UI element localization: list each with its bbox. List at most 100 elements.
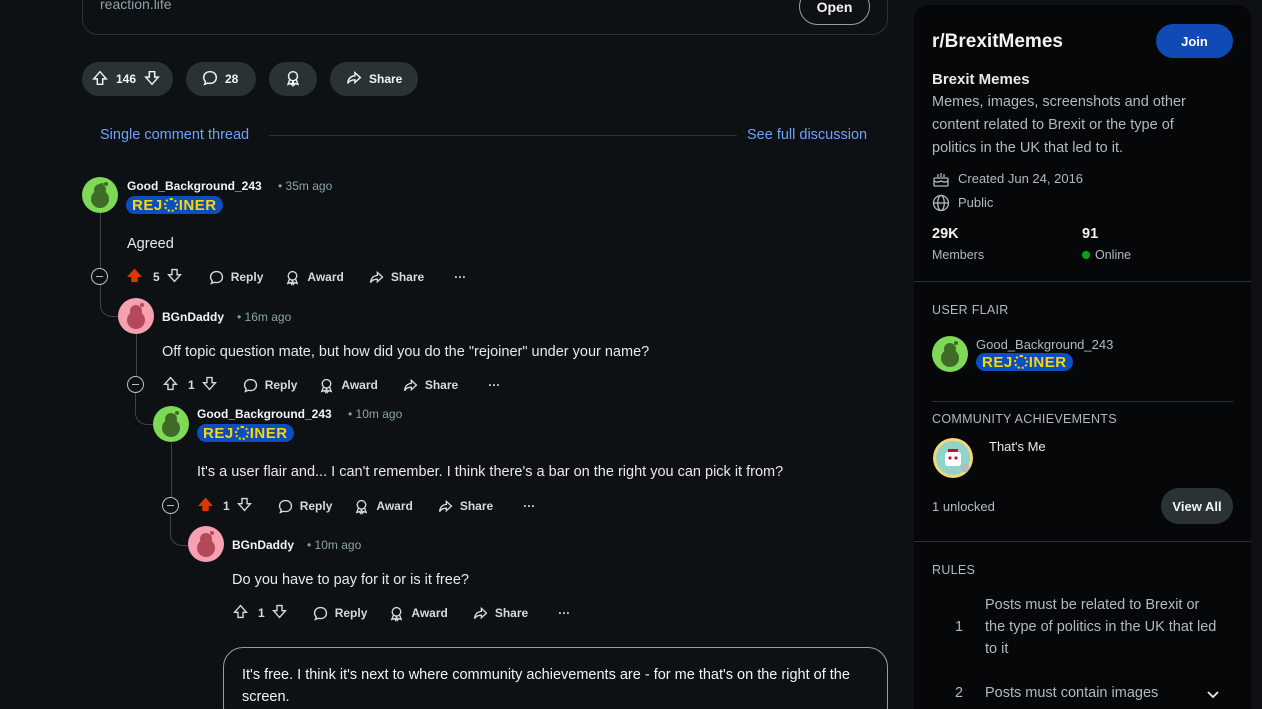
- user-flair: REJ INER: [197, 424, 294, 442]
- reply-textarea[interactable]: It's free. I think it's next to where co…: [223, 647, 888, 709]
- vote-count: 1: [188, 378, 195, 392]
- single-thread-label: Single comment thread: [100, 127, 250, 143]
- community-name[interactable]: r/BrexitMemes: [932, 31, 1063, 53]
- link-domain: reaction.life: [100, 0, 172, 12]
- achievements-heading: COMMUNITY ACHIEVEMENTS: [932, 412, 1117, 426]
- comment-time: • 10m ago: [348, 407, 403, 421]
- comments-button[interactable]: 28: [186, 62, 256, 96]
- vote-count: 1: [258, 606, 265, 620]
- award-button[interactable]: [269, 62, 317, 96]
- rule-number: 2: [955, 685, 964, 701]
- flair-avatar: [932, 336, 968, 372]
- comment-icon: [201, 69, 219, 90]
- downvote-icon[interactable]: [143, 69, 161, 90]
- comment-actions: 5 Reply Award Share ···: [126, 267, 466, 287]
- award-button[interactable]: Award: [318, 377, 378, 394]
- upvote-icon[interactable]: [232, 603, 249, 623]
- more-options-button[interactable]: ···: [454, 270, 466, 284]
- upvote-icon[interactable]: [126, 267, 143, 287]
- comment-text: Off topic question mate, but how did you…: [162, 344, 650, 360]
- online-count: 91: [1082, 226, 1099, 242]
- share-button[interactable]: Share: [402, 377, 458, 394]
- downvote-icon[interactable]: [166, 267, 183, 287]
- comment-time: • 16m ago: [237, 310, 292, 324]
- achievement-name: That's Me: [989, 439, 1046, 454]
- vote-count: 5: [153, 270, 160, 284]
- post-vote-pill: 146: [82, 62, 173, 96]
- see-full-discussion-link[interactable]: See full discussion: [747, 127, 867, 143]
- online-status-icon: [1082, 251, 1090, 259]
- more-options-button[interactable]: ···: [523, 499, 535, 513]
- comment-text: It's a user flair and... I can't remembe…: [197, 464, 784, 480]
- comment-time: • 35m ago: [278, 179, 333, 193]
- avatar[interactable]: [188, 526, 224, 562]
- user-flair-heading: USER FLAIR: [932, 303, 1009, 317]
- user-flair: REJ INER: [126, 196, 223, 214]
- upvote-icon[interactable]: [162, 375, 179, 395]
- link-preview-card[interactable]: [82, 0, 888, 35]
- collapse-thread-button[interactable]: [91, 268, 108, 285]
- comment-time: • 10m ago: [307, 538, 362, 552]
- comment-actions: 1 Reply Award Share ···: [197, 496, 535, 516]
- comment-username[interactable]: Good_Background_243: [127, 179, 262, 193]
- unlocked-count: 1 unlocked: [932, 499, 995, 514]
- avatar[interactable]: [153, 406, 189, 442]
- reply-button[interactable]: Reply: [277, 498, 332, 515]
- award-button[interactable]: Award: [353, 498, 413, 515]
- award-button[interactable]: Award: [388, 605, 448, 622]
- upvote-icon[interactable]: [91, 69, 109, 90]
- reply-button[interactable]: Reply: [208, 269, 263, 286]
- upvote-icon[interactable]: [197, 496, 214, 516]
- share-button[interactable]: Share: [368, 269, 424, 286]
- thread-line[interactable]: [100, 213, 101, 269]
- downvote-icon[interactable]: [271, 603, 288, 623]
- members-count: 29K: [932, 226, 959, 242]
- more-options-button[interactable]: ···: [488, 378, 500, 392]
- community-description: Memes, images, screenshots and other con…: [932, 94, 1186, 156]
- comment-username[interactable]: Good_Background_243: [197, 407, 332, 421]
- thread-line[interactable]: [171, 443, 172, 497]
- share-button[interactable]: Share: [330, 62, 418, 96]
- view-all-button[interactable]: View All: [1161, 488, 1233, 524]
- rules-heading: RULES: [932, 563, 976, 577]
- collapse-thread-button[interactable]: [162, 497, 179, 514]
- downvote-icon[interactable]: [236, 496, 253, 516]
- thread-connector: [135, 393, 153, 425]
- comment-username[interactable]: BGnDaddy: [232, 538, 294, 552]
- comment-text: Do you have to pay for it or is it free?: [232, 572, 469, 588]
- downvote-icon[interactable]: [201, 375, 218, 395]
- thread-line[interactable]: [136, 334, 137, 376]
- flair-preview[interactable]: REJ INER: [976, 353, 1073, 371]
- thread-connector: [100, 285, 118, 317]
- collapse-thread-button[interactable]: [127, 376, 144, 393]
- divider: [914, 281, 1251, 282]
- rule-text[interactable]: Posts must be related to Brexit or the t…: [985, 594, 1220, 660]
- vote-count: 1: [223, 499, 230, 513]
- cake-icon: [932, 170, 950, 193]
- share-button[interactable]: Share: [437, 498, 493, 515]
- comment-username[interactable]: BGnDaddy: [162, 310, 224, 324]
- reply-button[interactable]: Reply: [312, 605, 367, 622]
- award-button[interactable]: Award: [284, 269, 344, 286]
- share-icon: [345, 69, 363, 90]
- more-options-button[interactable]: ···: [558, 606, 570, 620]
- comment-count: 28: [225, 72, 239, 86]
- flair-username: Good_Background_243: [976, 337, 1114, 352]
- rule-text[interactable]: Posts must contain images: [985, 682, 1158, 704]
- avatar[interactable]: [82, 177, 118, 213]
- divider: [932, 401, 1233, 402]
- avatar[interactable]: [118, 298, 154, 334]
- achievement-badge-icon[interactable]: [933, 438, 973, 478]
- rule-number: 1: [955, 619, 964, 635]
- post-vote-count: 146: [116, 72, 137, 86]
- reply-button[interactable]: Reply: [242, 377, 297, 394]
- open-link-button[interactable]: Open: [799, 0, 870, 25]
- share-button[interactable]: Share: [472, 605, 528, 622]
- chevron-down-icon[interactable]: [1205, 686, 1221, 707]
- thread-divider: [269, 135, 737, 136]
- award-icon: [284, 69, 302, 90]
- created-date: Created Jun 24, 2016: [958, 171, 1084, 186]
- join-button[interactable]: Join: [1156, 24, 1233, 58]
- divider: [914, 541, 1251, 542]
- share-label: Share: [369, 72, 403, 86]
